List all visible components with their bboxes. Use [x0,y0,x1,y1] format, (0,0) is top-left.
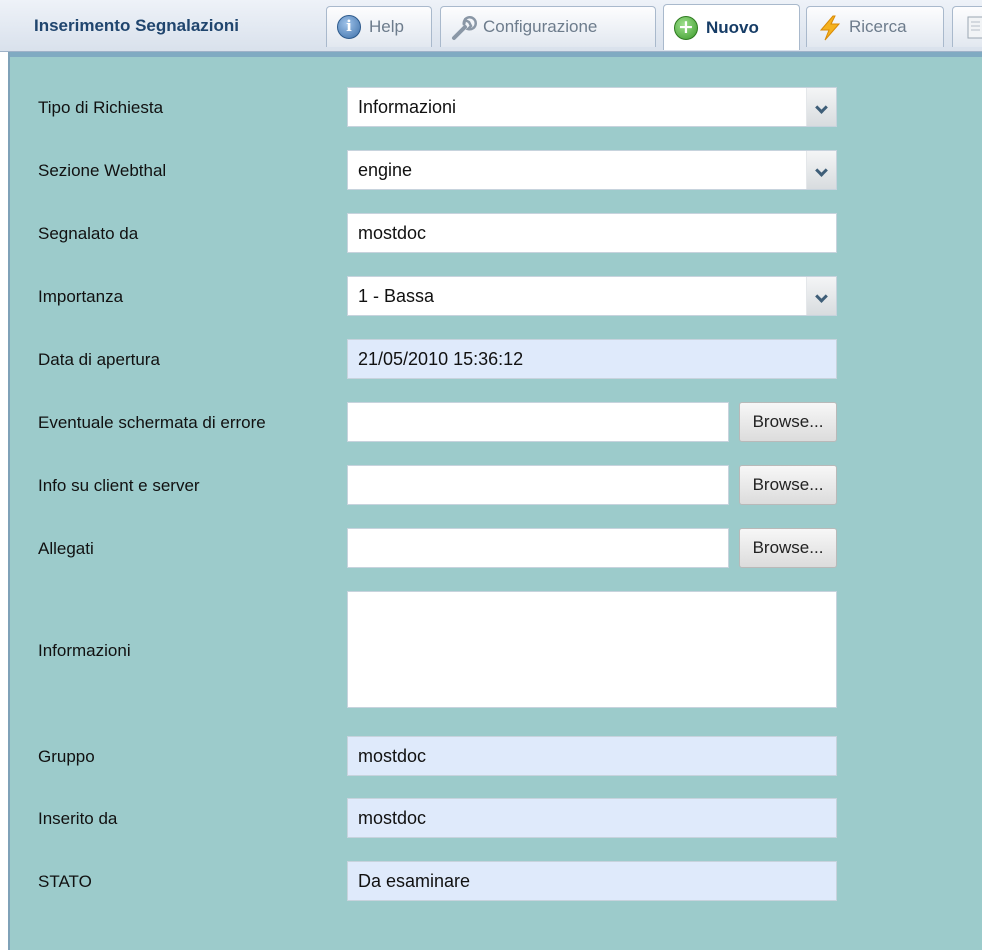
tab-nuovo-label: Nuovo [706,17,759,37]
form-panel: Tipo di Richiesta Informazioni Sezione W… [8,52,982,950]
tab-configurazione-label: Configurazione [483,17,598,36]
info-icon [337,15,361,39]
chevron-down-icon[interactable] [806,88,836,126]
lightning-icon [817,15,841,41]
info-client-server-label: Info su client e server [38,476,200,495]
stato-field: Da esaminare [347,861,837,901]
allegati-file-input[interactable] [347,528,729,568]
wrench-icon [451,15,477,40]
schermata-errore-browse-button[interactable]: Browse... [739,402,837,442]
tab-bar: Inserimento Segnalazioni Help Configuraz… [0,0,982,52]
sezione-webthal-select[interactable]: engine [347,150,837,190]
chevron-down-icon[interactable] [806,277,836,315]
tipo-richiesta-label: Tipo di Richiesta [38,98,164,117]
stato-label: STATO [38,872,92,891]
inserito-da-value: mostdoc [358,807,427,828]
info-client-server-browse-button[interactable]: Browse... [739,465,837,505]
segnalato-da-value: mostdoc [358,222,427,243]
info-client-server-file-input[interactable] [347,465,729,505]
informazioni-textarea[interactable] [347,591,837,708]
data-apertura-value: 21/05/2010 15:36:12 [358,348,524,369]
inserito-da-label: Inserito da [38,809,118,828]
schermata-errore-label: Eventuale schermata di errore [38,413,266,432]
importanza-select[interactable]: 1 - Bassa [347,276,837,316]
segnalato-da-label: Segnalato da [38,224,139,243]
tab-ricerca-label: Ricerca [849,17,907,36]
tab-more[interactable] [952,6,982,47]
sezione-webthal-value: engine [358,159,413,180]
tab-help[interactable]: Help [326,6,432,47]
allegati-label: Allegati [38,539,94,558]
informazioni-label: Informazioni [38,641,131,660]
tipo-richiesta-value: Informazioni [358,96,457,117]
importanza-value: 1 - Bassa [358,285,435,306]
panel-title: Inserimento Segnalazioni [0,0,320,52]
gruppo-field: mostdoc [347,736,837,776]
sezione-webthal-label: Sezione Webthal [38,161,167,180]
importanza-label: Importanza [38,287,124,306]
tab-ricerca[interactable]: Ricerca [806,6,944,47]
chevron-down-icon[interactable] [806,151,836,189]
document-icon [963,15,982,39]
inserito-da-field: mostdoc [347,798,837,838]
tab-configurazione[interactable]: Configurazione [440,6,656,47]
panel-title-text: Inserimento Segnalazioni [34,16,239,35]
schermata-errore-file-input[interactable] [347,402,729,442]
data-apertura-label: Data di apertura [38,350,160,369]
tipo-richiesta-select[interactable]: Informazioni [347,87,837,127]
add-icon [674,15,698,40]
stato-value: Da esaminare [358,870,471,891]
gruppo-value: mostdoc [358,745,427,766]
segnalato-da-input[interactable]: mostdoc [347,213,837,253]
gruppo-label: Gruppo [38,747,95,766]
data-apertura-field: 21/05/2010 15:36:12 [347,339,837,379]
allegati-browse-button[interactable]: Browse... [739,528,837,568]
tab-nuovo[interactable]: Nuovo [663,4,800,50]
tab-help-label: Help [369,17,404,36]
